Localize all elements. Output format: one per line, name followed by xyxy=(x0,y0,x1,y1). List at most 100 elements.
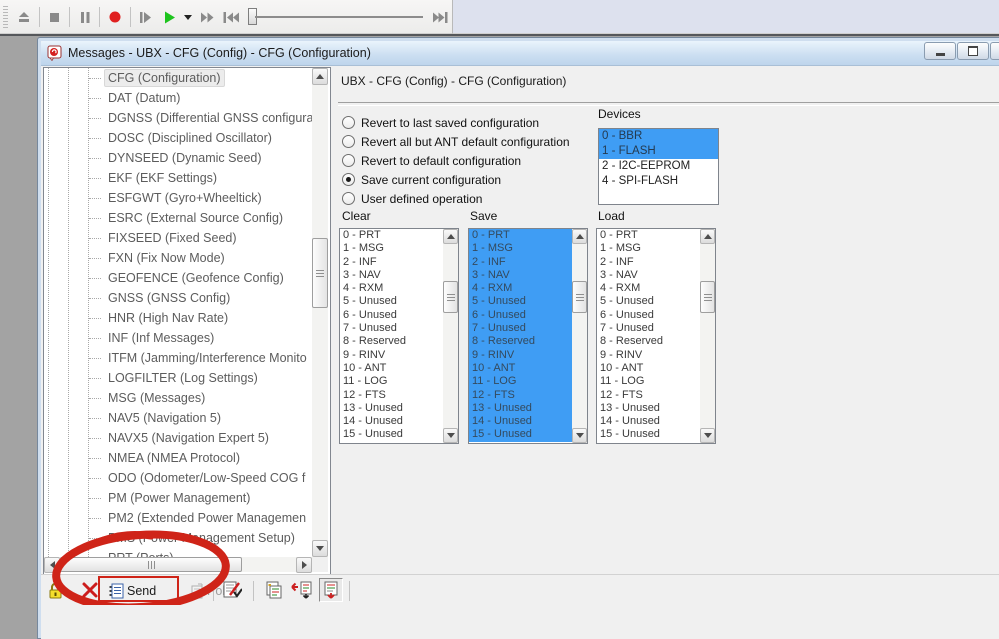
tree-item[interactable]: ODO (Odometer/Low-Speed COG f xyxy=(44,468,312,488)
devices-listbox[interactable]: 0 - BBR1 - FLASH2 - I2C-EEPROM4 - SPI-FL… xyxy=(598,128,719,205)
scroll-up-button[interactable] xyxy=(572,229,587,244)
list-item[interactable]: 12 - FTS xyxy=(597,389,700,402)
tree-item[interactable]: ESRC (External Source Config) xyxy=(44,208,312,228)
operation-radio-option[interactable]: Revert all but ANT default configuration xyxy=(342,132,602,151)
tree-hscrollbar-thumb[interactable] xyxy=(60,557,242,572)
tree-item[interactable]: HNR (High Nav Rate) xyxy=(44,308,312,328)
pause-button[interactable] xyxy=(73,5,96,29)
tree-item[interactable]: CFG (Configuration) xyxy=(44,68,312,88)
list-item[interactable]: 7 - Unused xyxy=(469,322,572,335)
list-item[interactable]: 2 - INF xyxy=(469,256,572,269)
list-item[interactable]: 14 - Unused xyxy=(597,415,700,428)
tree-item[interactable]: INF (Inf Messages) xyxy=(44,328,312,348)
tree-item[interactable]: DOSC (Disciplined Oscillator) xyxy=(44,128,312,148)
tree-item[interactable]: NAVX5 (Navigation Expert 5) xyxy=(44,428,312,448)
list-item[interactable]: 0 - PRT xyxy=(597,229,700,242)
device-item[interactable]: 2 - I2C-EEPROM xyxy=(599,159,718,174)
tree-item[interactable]: LOGFILTER (Log Settings) xyxy=(44,368,312,388)
device-item[interactable]: 1 - FLASH xyxy=(599,144,718,159)
play-button[interactable] xyxy=(157,5,180,29)
send-button[interactable]: Send xyxy=(105,579,160,603)
tree-item[interactable]: DGNSS (Differential GNSS configura xyxy=(44,108,312,128)
list-item[interactable]: 6 - Unused xyxy=(597,309,700,322)
minimize-button[interactable] xyxy=(924,42,956,60)
list-item[interactable]: 9 - RINV xyxy=(469,349,572,362)
list-item[interactable]: 13 - Unused xyxy=(340,402,443,415)
list-item[interactable]: 7 - Unused xyxy=(597,322,700,335)
list-item[interactable]: 7 - Unused xyxy=(340,322,443,335)
save-listbox[interactable]: 0 - PRT1 - MSG2 - INF3 - NAV4 - RXM5 - U… xyxy=(468,228,588,444)
list-item[interactable]: 5 - Unused xyxy=(597,295,700,308)
scroll-right-button[interactable] xyxy=(296,557,312,573)
clear-listbox[interactable]: 0 - PRT1 - MSG2 - INF3 - NAV4 - RXM5 - U… xyxy=(339,228,459,444)
tree-item[interactable]: EKF (EKF Settings) xyxy=(44,168,312,188)
list-item[interactable]: 10 - ANT xyxy=(597,362,700,375)
list-item[interactable]: 9 - RINV xyxy=(340,349,443,362)
stop-button[interactable] xyxy=(43,5,66,29)
list-item[interactable]: 11 - LOG xyxy=(340,375,443,388)
operation-radio-option[interactable]: Revert to default configuration xyxy=(342,151,602,170)
lock-button[interactable] xyxy=(45,579,67,601)
scroll-down-button[interactable] xyxy=(312,540,328,557)
delete-button[interactable] xyxy=(79,579,101,601)
list-item[interactable]: 0 - PRT xyxy=(340,229,443,242)
list-item[interactable]: 3 - NAV xyxy=(597,269,700,282)
device-item[interactable]: 4 - SPI-FLASH xyxy=(599,174,718,189)
list-item[interactable]: 1 - MSG xyxy=(597,242,700,255)
toolbar-grip[interactable] xyxy=(3,6,8,28)
window-titlebar[interactable]: Messages - UBX - CFG (Config) - CFG (Con… xyxy=(41,41,999,66)
step-forward-button[interactable] xyxy=(134,5,157,29)
dock-left-button[interactable] xyxy=(291,579,313,601)
list-item[interactable]: 1 - MSG xyxy=(340,242,443,255)
slider-track[interactable] xyxy=(255,16,423,18)
tree-item[interactable]: PRT (Ports) xyxy=(44,548,312,557)
list-item[interactable]: 6 - Unused xyxy=(469,309,572,322)
scrollbar-thumb[interactable] xyxy=(443,281,458,313)
skip-to-end-button[interactable] xyxy=(429,5,452,29)
load-listbox[interactable]: 0 - PRT1 - MSG2 - INF3 - NAV4 - RXM5 - U… xyxy=(596,228,716,444)
list-item[interactable]: 11 - LOG xyxy=(469,375,572,388)
clear-list-scrollbar[interactable] xyxy=(443,229,458,443)
list-item[interactable]: 12 - FTS xyxy=(469,389,572,402)
customize-view-button[interactable] xyxy=(221,579,243,601)
tree-vscrollbar-thumb[interactable] xyxy=(312,238,328,308)
tree-item[interactable]: NMEA (NMEA Protocol) xyxy=(44,448,312,468)
close-button[interactable] xyxy=(990,42,999,60)
list-item[interactable]: 8 - Reserved xyxy=(340,335,443,348)
tree-item[interactable]: DYNSEED (Dynamic Seed) xyxy=(44,148,312,168)
list-item[interactable]: 12 - FTS xyxy=(340,389,443,402)
tree-hscrollbar[interactable] xyxy=(44,557,312,572)
tree-item[interactable]: FXN (Fix Now Mode) xyxy=(44,248,312,268)
list-item[interactable]: 4 - RXM xyxy=(340,282,443,295)
fast-forward-button[interactable] xyxy=(195,5,218,29)
list-item[interactable]: 5 - Unused xyxy=(340,295,443,308)
scrollbar-thumb[interactable] xyxy=(700,281,715,313)
list-item[interactable]: 13 - Unused xyxy=(597,402,700,415)
list-item[interactable]: 8 - Reserved xyxy=(597,335,700,348)
scroll-down-button[interactable] xyxy=(443,428,458,443)
list-item[interactable]: 10 - ANT xyxy=(469,362,572,375)
tree-vscrollbar[interactable] xyxy=(312,68,328,557)
scrollbar-thumb[interactable] xyxy=(572,281,587,313)
scroll-up-button[interactable] xyxy=(700,229,715,244)
record-button[interactable] xyxy=(103,5,126,29)
auto-poll-button[interactable] xyxy=(319,578,343,602)
tree-item[interactable]: NAV5 (Navigation 5) xyxy=(44,408,312,428)
list-item[interactable]: 10 - ANT xyxy=(340,362,443,375)
list-item[interactable]: 13 - Unused xyxy=(469,402,572,415)
tree-item[interactable]: ITFM (Jamming/Interference Monito xyxy=(44,348,312,368)
scroll-left-button[interactable] xyxy=(44,557,60,573)
tree-item[interactable]: ESFGWT (Gyro+Wheeltick) xyxy=(44,188,312,208)
tree-item[interactable]: PM2 (Extended Power Managemen xyxy=(44,508,312,528)
list-item[interactable]: 0 - PRT xyxy=(469,229,572,242)
list-item[interactable]: 4 - RXM xyxy=(597,282,700,295)
scroll-down-button[interactable] xyxy=(700,428,715,443)
scroll-down-button[interactable] xyxy=(572,428,587,443)
skip-to-start-button[interactable] xyxy=(218,5,241,29)
list-item[interactable]: 6 - Unused xyxy=(340,309,443,322)
eject-button[interactable] xyxy=(13,5,36,29)
copy-page-button[interactable] xyxy=(263,579,285,601)
operation-radio-option[interactable]: Revert to last saved configuration xyxy=(342,113,602,132)
play-options-dropdown-button[interactable] xyxy=(180,5,194,29)
scroll-up-button[interactable] xyxy=(312,68,328,85)
